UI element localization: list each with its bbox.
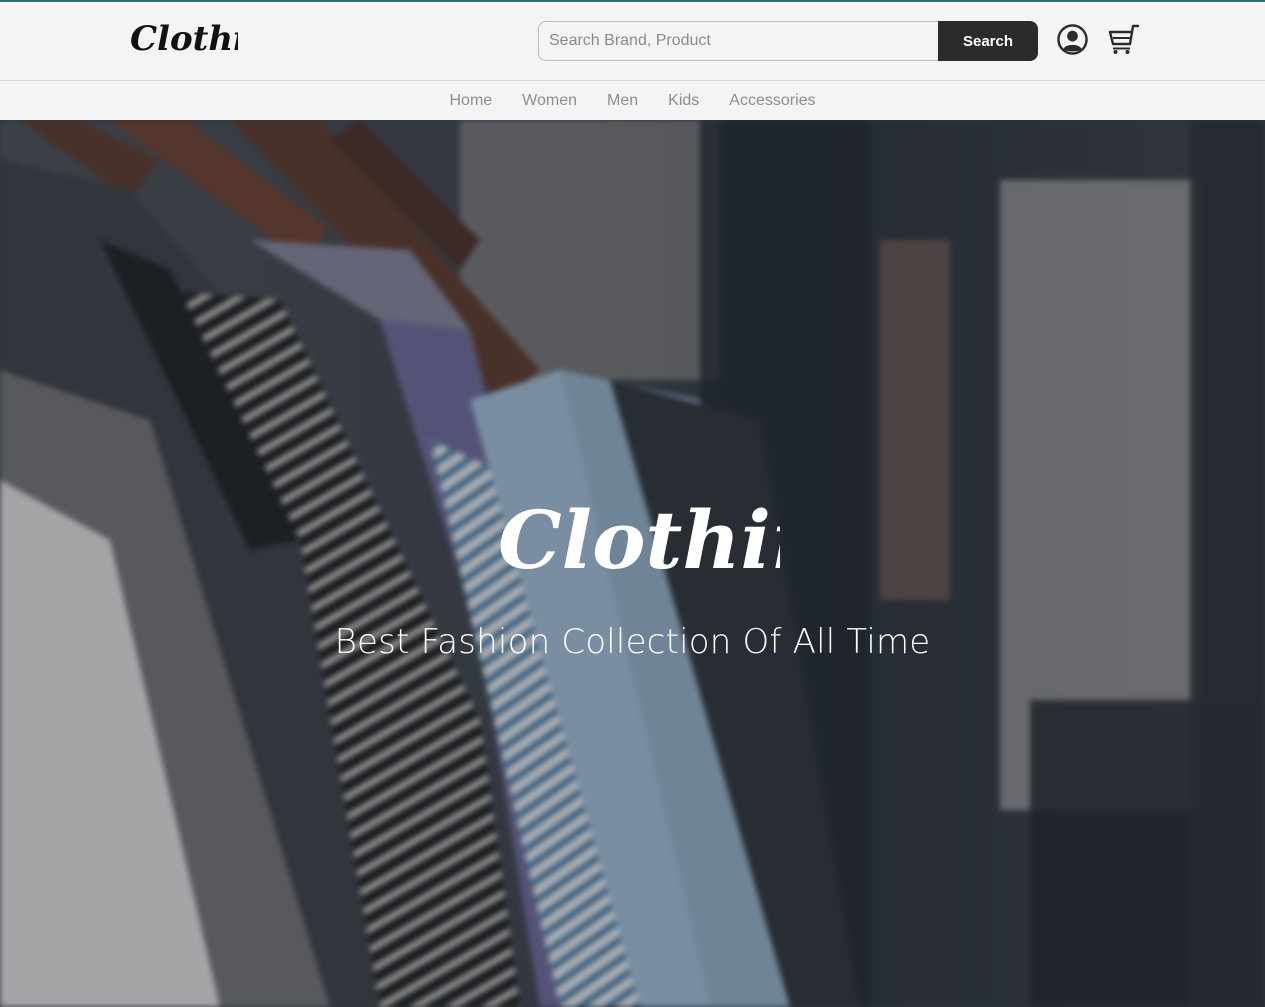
nav-men[interactable]: Men [607,92,638,110]
hero-logo: Clothing [498,493,780,587]
site-header: Clothing Search [0,2,1265,81]
hero-banner: Clothing Best Fashion Collection Of All … [0,120,1265,1007]
nav-women[interactable]: Women [522,92,577,110]
account-icon[interactable] [1057,24,1088,55]
site-logo[interactable]: Clothing [128,14,238,72]
search-button[interactable]: Search [938,21,1038,61]
main-nav: Home Women Men Kids Accessories [0,82,1265,120]
nav-kids[interactable]: Kids [668,92,699,110]
logo-text: Clothing [130,19,238,59]
cart-icon[interactable] [1106,24,1140,56]
nav-home[interactable]: Home [449,92,492,110]
hero-tagline: Best Fashion Collection Of All Time [334,622,931,662]
search-input[interactable] [538,21,940,61]
hero-logo-text: Clothing [498,493,780,587]
nav-accessories[interactable]: Accessories [729,92,815,110]
